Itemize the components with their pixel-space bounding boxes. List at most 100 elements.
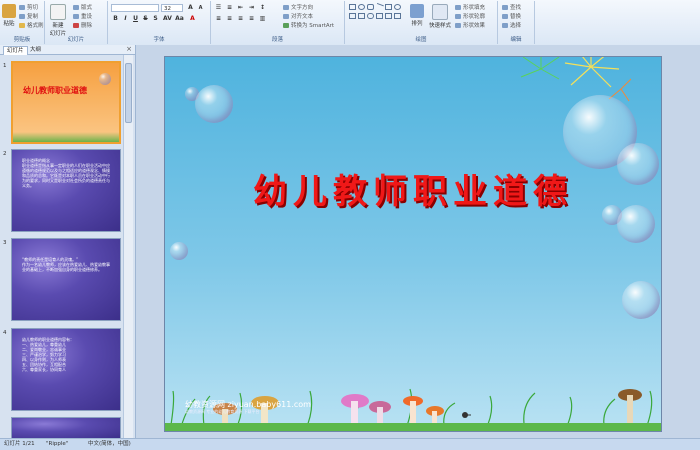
reset-button[interactable]: 重设 bbox=[73, 12, 92, 20]
drawing-group: 排列 快速样式 形状填充 形状轮廓 形状效果 绘图 bbox=[345, 1, 498, 44]
tab-slides[interactable]: 幻灯片 bbox=[3, 46, 28, 55]
bubble-image bbox=[622, 281, 660, 319]
slides-group-label: 幻灯片 bbox=[67, 37, 85, 43]
change-case-button[interactable]: Aa bbox=[175, 15, 184, 23]
arrange-button[interactable]: 排列 bbox=[409, 4, 425, 27]
thumbnail-text: “教师的责任是培育人的灵魂。” 作为一名幼儿教师，应该在热爱幼儿、热爱幼教事业的… bbox=[22, 257, 110, 272]
slide-editor[interactable]: 幼儿教师职业道德 幼教资源网 ziyuan.baby611.com 幼教资源网 … bbox=[164, 56, 662, 432]
rounded-rect-shape-icon[interactable] bbox=[367, 4, 374, 10]
decrease-indent-button[interactable]: ⇤ bbox=[236, 4, 245, 12]
underline-button[interactable]: U bbox=[131, 15, 140, 23]
arrange-icon bbox=[410, 4, 424, 18]
grow-font-button[interactable]: A bbox=[186, 4, 195, 12]
shape-fill-button[interactable]: 形状填充 bbox=[455, 3, 485, 11]
clipboard-group-label: 剪贴板 bbox=[13, 37, 31, 43]
increase-indent-button[interactable]: ⇥ bbox=[247, 4, 256, 12]
panel-tabs: 幻灯片 大纲 × bbox=[0, 45, 135, 55]
font-color-button[interactable]: A bbox=[188, 15, 197, 23]
bubble-image bbox=[170, 242, 188, 260]
thumbnail-slide-2[interactable]: 职业道德的概念 职业道德是指从事一定职业的人们在职业活动中应遵循的道德规范以及与… bbox=[11, 149, 121, 232]
bubble-image bbox=[99, 73, 111, 85]
text-direction-icon bbox=[283, 5, 289, 10]
thumbnail-slide-4[interactable]: 幼儿教师的职业道德内容有： 一、热爱幼儿，尊重幼儿 二、爱岗敬业，忠诚事业 三、… bbox=[11, 328, 121, 411]
smartart-icon bbox=[283, 23, 289, 28]
fill-icon bbox=[455, 5, 461, 10]
thumbnail-title: 幼儿教师职业道德 bbox=[23, 85, 87, 95]
align-center-button[interactable]: ≡ bbox=[225, 15, 234, 23]
callout-shape-icon[interactable] bbox=[367, 13, 374, 19]
outline-icon bbox=[455, 14, 461, 19]
delete-slide-button[interactable]: 删除 bbox=[73, 21, 92, 29]
find-button[interactable]: 查找 bbox=[502, 3, 521, 11]
slide-title[interactable]: 幼儿教师职业道德 bbox=[165, 164, 661, 213]
select-button[interactable]: 选择 bbox=[502, 21, 521, 29]
justify-button[interactable]: ≡ bbox=[247, 15, 256, 23]
editing-group-label: 编辑 bbox=[510, 37, 522, 43]
shape-outline-button[interactable]: 形状轮廓 bbox=[455, 12, 485, 20]
align-left-button[interactable]: ≡ bbox=[214, 15, 223, 23]
copy-icon bbox=[19, 14, 25, 19]
copy-button[interactable]: 复制 bbox=[19, 12, 38, 20]
ribbon: 粘贴 剪切 复制 格式刷 剪贴板 新建 幻灯片 版式 重设 删除 幻灯片 32 … bbox=[0, 0, 700, 46]
close-panel-icon[interactable]: × bbox=[126, 45, 132, 53]
paragraph-group: ☰ ≡ ⇤ ⇥ ↕ ≡ ≡ ≡ ≡ ▥ 文字方向 对齐文本 转换为 SmartA… bbox=[211, 1, 345, 44]
more-shapes-icon[interactable] bbox=[394, 13, 401, 19]
brace-shape-icon[interactable] bbox=[376, 13, 383, 19]
text-direction-button[interactable]: 文字方向 bbox=[283, 3, 313, 11]
binoculars-icon bbox=[502, 5, 508, 10]
cut-button[interactable]: 剪切 bbox=[19, 3, 38, 11]
format-painter-button[interactable]: 格式刷 bbox=[19, 21, 44, 29]
quick-styles-button[interactable]: 快速样式 bbox=[429, 4, 451, 29]
bubble-image bbox=[195, 85, 233, 123]
rectangle-shape-icon[interactable] bbox=[349, 4, 356, 10]
thumbnail-slide-3[interactable]: “教师的责任是培育人的灵魂。” 作为一名幼儿教师，应该在热爱幼儿、热爱幼教事业的… bbox=[11, 238, 121, 321]
slide-canvas: 幼儿教师职业道德 幼教资源网 ziyuan.baby611.com 幼教资源网 … bbox=[136, 45, 700, 438]
tab-outline[interactable]: 大纲 bbox=[27, 46, 44, 54]
font-name-combo[interactable] bbox=[111, 4, 159, 12]
shrink-font-button[interactable]: A bbox=[196, 4, 205, 12]
editing-group: 查找 替换 选择 编辑 bbox=[498, 1, 535, 44]
thumbnail-slide-1[interactable]: 幼儿教师职业道德 bbox=[11, 61, 121, 144]
reset-icon bbox=[73, 14, 79, 19]
line-spacing-button[interactable]: ↕ bbox=[258, 4, 267, 12]
slides-group: 新建 幻灯片 版式 重设 删除 幻灯片 bbox=[45, 1, 108, 44]
columns-button[interactable]: ▥ bbox=[258, 15, 267, 23]
arrow-shape-icon[interactable] bbox=[349, 13, 356, 19]
scrollbar-thumb[interactable] bbox=[125, 63, 132, 123]
paste-button[interactable]: 粘贴 bbox=[2, 4, 16, 27]
thumbnail-number: 2 bbox=[3, 151, 7, 157]
layout-button[interactable]: 版式 bbox=[73, 3, 92, 11]
paragraph-group-label: 段落 bbox=[271, 37, 283, 43]
strikethrough-button[interactable]: S bbox=[141, 15, 150, 23]
new-slide-icon bbox=[50, 4, 66, 20]
align-text-button[interactable]: 对齐文本 bbox=[283, 12, 313, 20]
grass-image bbox=[13, 132, 119, 142]
smartart-button[interactable]: 转换为 SmartArt bbox=[283, 21, 334, 29]
panel-scrollbar[interactable] bbox=[123, 55, 133, 438]
thumbnail-slide-5-partial[interactable] bbox=[11, 417, 121, 438]
numbering-button[interactable]: ≡ bbox=[225, 4, 234, 12]
new-slide-button[interactable]: 新建 幻灯片 bbox=[48, 4, 68, 37]
circle-shape-icon[interactable] bbox=[394, 4, 401, 10]
character-spacing-button[interactable]: AV bbox=[163, 15, 172, 23]
shape-effects-button[interactable]: 形状效果 bbox=[455, 21, 485, 29]
status-bar: 幻灯片 1/21 "Ripple" 中文(简体，中国) bbox=[0, 438, 700, 450]
heart-shape-icon[interactable] bbox=[385, 13, 392, 19]
oval-shape-icon[interactable] bbox=[358, 4, 365, 10]
replace-button[interactable]: 替换 bbox=[502, 12, 521, 20]
bold-button[interactable]: B bbox=[111, 15, 120, 23]
bullets-button[interactable]: ☰ bbox=[214, 4, 223, 12]
thumbnail-text: 职业道德的概念 职业道德是指从事一定职业的人们在职业活动中应遵循的道德规范以及与… bbox=[22, 158, 110, 188]
star-shape-icon[interactable] bbox=[358, 13, 365, 19]
quick-styles-icon bbox=[432, 4, 448, 20]
watermark-subtext: 幼教资源网 专业的幼儿教育资源 下载平台 bbox=[185, 409, 260, 414]
align-right-button[interactable]: ≡ bbox=[236, 15, 245, 23]
font-size-combo[interactable]: 32 bbox=[161, 4, 183, 12]
font-group: 32 A A B I U S S AV Aa A 字体 bbox=[108, 1, 211, 44]
italic-button[interactable]: I bbox=[121, 15, 130, 23]
drawing-group-label: 绘图 bbox=[415, 37, 427, 43]
shadow-button[interactable]: S bbox=[151, 15, 160, 23]
triangle-shape-icon[interactable] bbox=[385, 4, 392, 10]
language-indicator[interactable]: 中文(简体，中国) bbox=[88, 439, 131, 450]
line-shape-icon[interactable] bbox=[375, 2, 384, 12]
